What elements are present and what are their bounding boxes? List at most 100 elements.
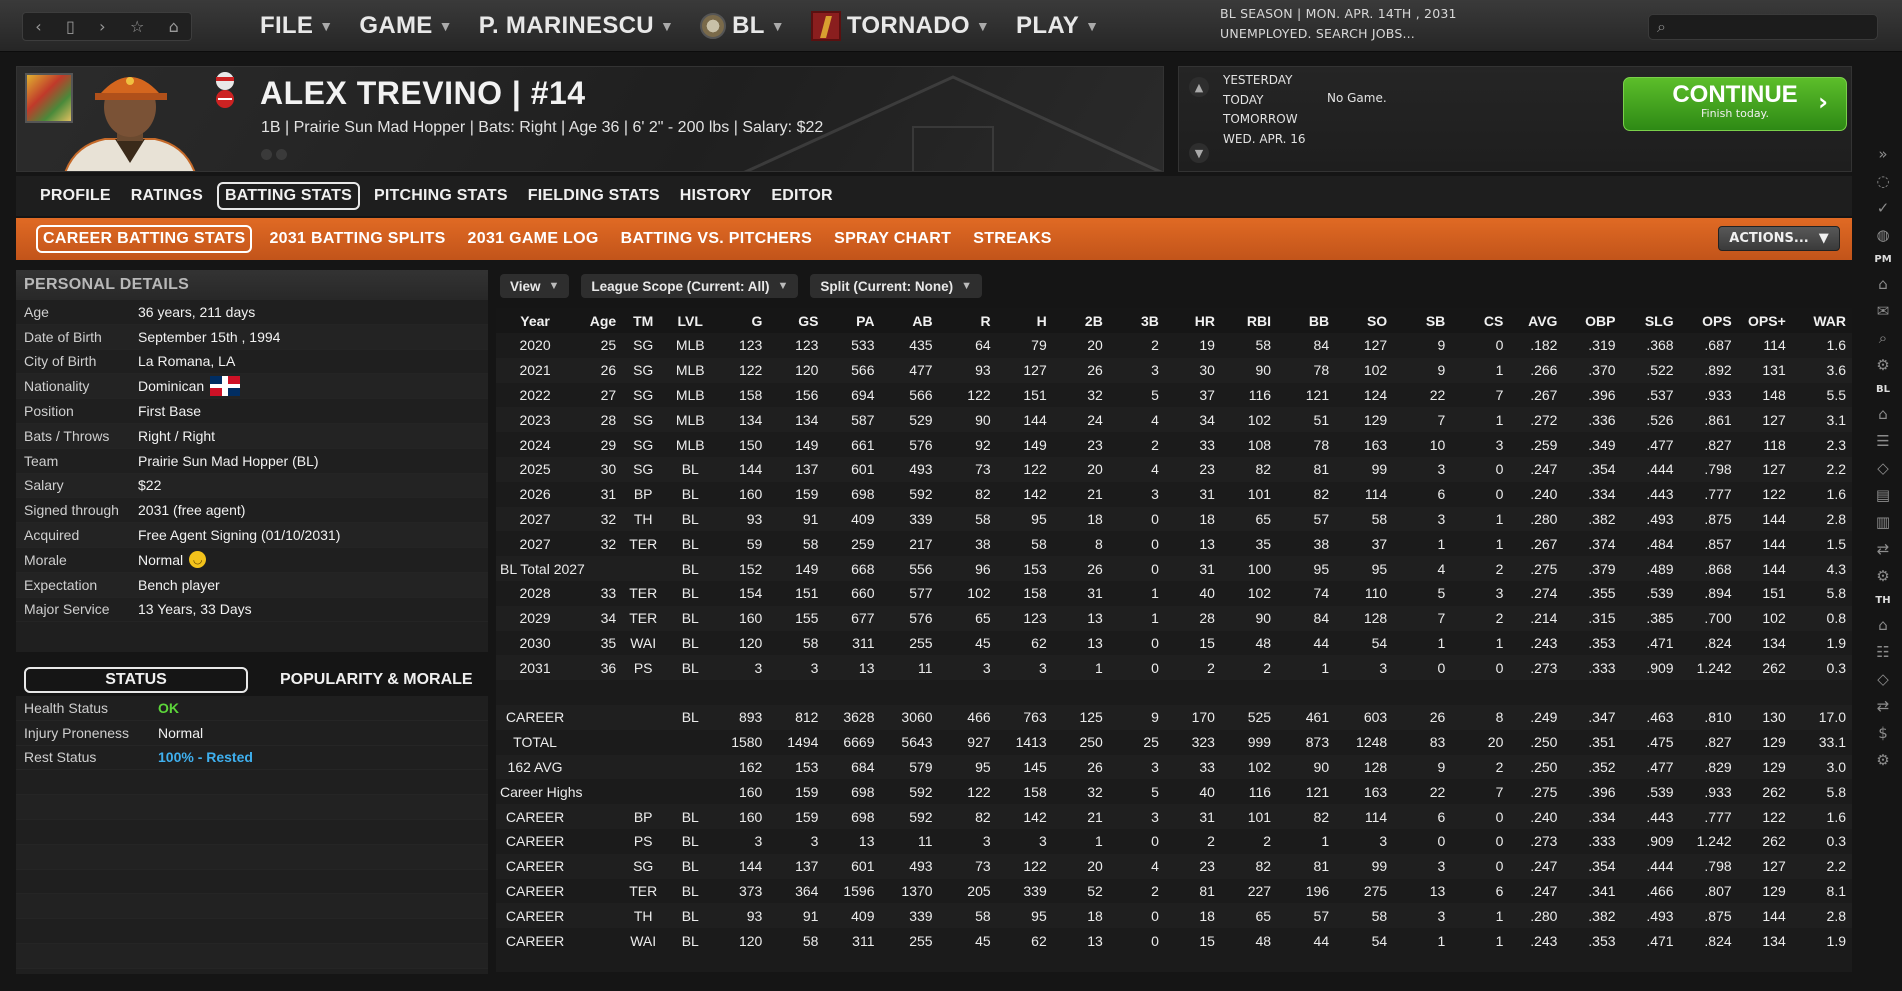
star-icon[interactable]: ☆ (130, 17, 144, 36)
tab-history[interactable]: HISTORY (674, 184, 758, 208)
table-row[interactable]: CAREER TH BL 93 91 409 339 58 95 18 0 18 65 57 58 3 1.28… (496, 903, 1852, 929)
column-header[interactable]: GS (768, 308, 825, 333)
table-row[interactable]: TOTAL 1580 1494 6669 5643 927 1413 250 25 323 999 8… (496, 730, 1852, 755)
tab-status[interactable]: STATUS (24, 667, 248, 693)
table-row[interactable]: 2023 28 SG MLB 134 134 587 529 90 144 24 4 34 102 51 12… (496, 407, 1852, 433)
column-header[interactable]: OBP (1563, 308, 1622, 333)
table-row[interactable]: 2026 31 BP BL 160 159 698 592 82 142 21 3 31 101 82 114… (496, 482, 1852, 507)
split-dropdown[interactable]: Split (Current: None) ▼ (810, 274, 982, 298)
table-row[interactable]: 2020 25 SG MLB 123 123 533 435 64 79 20 2 19 58 84 127 9… (496, 333, 1852, 358)
tab-ratings[interactable]: RATINGS (125, 184, 209, 208)
table-row[interactable] (496, 680, 1852, 705)
lightbulb-icon[interactable]: ◌ (1876, 167, 1889, 194)
table-row[interactable]: CAREER PS BL 3 3 13 11 3 3 1 0 2 2 1 3 0 0.273.333.909 1.… (496, 829, 1852, 854)
globe-icon[interactable]: ◍ (1876, 221, 1889, 248)
search-input[interactable] (1671, 19, 1862, 35)
dot[interactable] (261, 149, 272, 160)
table-row[interactable]: CAREER TER BL 373 364 1596 1370 205 339 52 2 81 227 1… (496, 879, 1852, 904)
table-row[interactable]: CAREER SG BL 144 137 601 493 73 122 20 4 23 82 81 99 3 0… (496, 853, 1852, 879)
column-header[interactable]: LVL (664, 308, 717, 333)
column-header[interactable]: BB (1277, 308, 1336, 333)
team-link[interactable]: Prairie Sun Mad Hopper (BL) (138, 453, 319, 469)
subtab-spray-chart[interactable]: SPRAY CHART (829, 227, 956, 251)
table-row[interactable]: CAREER BL 893 812 3628 3060 466 763 125 9 170 525 46… (496, 704, 1852, 730)
chevron-up-icon[interactable]: ▲ (1189, 77, 1209, 97)
day-yesterday[interactable]: YESTERDAY (1223, 71, 1306, 91)
subtab-streaks[interactable]: STREAKS (968, 227, 1057, 251)
table-row[interactable]: 2024 29 SG MLB 150 149 661 576 92 149 23 2 33 108 78 16… (496, 432, 1852, 457)
roster-icon[interactable]: ☷ (1876, 638, 1889, 665)
standings-icon[interactable]: ☰ (1876, 427, 1889, 454)
table-row[interactable]: 2027 32 TH BL 93 91 409 339 58 95 18 0 18 65 57 58 3 1.28… (496, 506, 1852, 532)
column-header[interactable]: SB (1393, 308, 1452, 333)
chevron-down-icon[interactable]: ▼ (1189, 143, 1209, 163)
home-icon[interactable]: ⌂ (1878, 270, 1888, 297)
subtab-vs-pitchers[interactable]: BATTING VS. PITCHERS (616, 227, 818, 251)
subtab-career-batting[interactable]: CAREER BATTING STATS (36, 225, 253, 253)
home-icon[interactable]: ⌂ (169, 17, 179, 36)
home-icon[interactable]: ⌂ (1878, 611, 1888, 638)
search-box[interactable]: ⌕ (1648, 14, 1878, 40)
menu-manager[interactable]: P. MARINESCU ▼ (479, 12, 674, 40)
menu-file[interactable]: FILE ▼ (260, 12, 333, 40)
table-row[interactable]: 2027 32 TER BL 59 58 259 217 38 58 8 0 13 35 38 37 1 1 .26… (496, 531, 1852, 556)
job-status-link[interactable]: UNEMPLOYED. SEARCH JOBS... (1220, 24, 1457, 44)
tab-popularity-morale[interactable]: POPULARITY & MORALE (280, 671, 473, 689)
gear-icon[interactable]: ⚙ (1876, 746, 1889, 773)
shield-icon[interactable]: ◇ (1877, 454, 1889, 481)
table-row[interactable]: Career Highs 160 159 698 592 122 158 32 5 40 116 12… (496, 779, 1852, 804)
table-row[interactable]: 2021 26 SG MLB 122 120 566 477 93 127 26 3 30 90 78 102… (496, 357, 1852, 383)
search-icon[interactable]: ⌕ (1879, 324, 1887, 351)
menu-game[interactable]: GAME ▼ (359, 12, 452, 40)
day-next[interactable]: WED. APR. 16 (1223, 130, 1306, 150)
column-header[interactable]: Year (496, 308, 575, 333)
menu-play[interactable]: PLAY ▼ (1016, 12, 1099, 40)
checkmark-icon[interactable]: ✓ (1877, 194, 1890, 221)
column-header[interactable]: R (938, 308, 997, 333)
tab-pitching-stats[interactable]: PITCHING STATS (368, 184, 514, 208)
table-row[interactable]: 2025 30 SG BL 144 137 601 493 73 122 20 4 23 82 81 99 3 0… (496, 456, 1852, 482)
chart-icon[interactable]: ▥ (1876, 508, 1890, 535)
actions-button[interactable]: ACTIONS... ▼ (1718, 226, 1840, 251)
gear-icon[interactable]: ⚙ (1876, 562, 1889, 589)
dot[interactable] (276, 149, 287, 160)
news-icon[interactable]: ▤ (1876, 481, 1890, 508)
column-header[interactable]: RBI (1220, 308, 1278, 333)
transactions-icon[interactable]: ⇄ (1877, 692, 1890, 719)
menu-league[interactable]: BL ▼ (700, 12, 785, 40)
table-row[interactable]: CAREER BP BL 160 159 698 592 82 142 21 3 31 101 82 114… (496, 804, 1852, 829)
subtab-game-log[interactable]: 2031 GAME LOG (463, 227, 604, 251)
home-icon[interactable]: ⌂ (1878, 400, 1888, 427)
column-header[interactable]: Age (574, 308, 623, 333)
tab-batting-stats[interactable]: BATTING STATS (216, 182, 360, 210)
menu-team[interactable]: TORNADO ▼ (810, 11, 990, 41)
column-header[interactable]: HR (1164, 308, 1221, 333)
table-row[interactable]: 2029 34 TER BL 160 155 677 576 65 123 13 1 28 90 84 128… (496, 605, 1852, 631)
table-row[interactable]: CAREER WAI BL 120 58 311 255 45 62 13 0 15 48 44 54 1 1.… (496, 928, 1852, 953)
column-header[interactable]: 3B (1108, 308, 1165, 333)
back-icon[interactable]: ‹ (35, 17, 41, 36)
column-header[interactable]: TM (622, 308, 665, 333)
gear-icon[interactable]: ⚙ (1876, 351, 1889, 378)
column-header[interactable]: CS (1451, 308, 1510, 333)
column-header[interactable]: AVG (1509, 308, 1564, 333)
tab-profile[interactable]: PROFILE (34, 184, 117, 208)
continue-button[interactable]: CONTINUE Finish today. › (1623, 77, 1847, 131)
mail-icon[interactable]: ✉ (1877, 297, 1890, 324)
table-row[interactable]: 2030 35 WAI BL 120 58 311 255 45 62 13 0 15 48 44 54 1 1.… (496, 631, 1852, 656)
column-header[interactable]: G (716, 308, 769, 333)
expand-icon[interactable]: » (1878, 140, 1887, 167)
shield-icon[interactable]: ◇ (1877, 665, 1889, 692)
column-header[interactable]: AB (880, 308, 939, 333)
table-row[interactable]: 2031 36 PS BL 3 3 13 11 3 3 1 0 2 2 1 3 0 0.273.333.909 1.… (496, 655, 1852, 681)
forward-icon[interactable]: › (99, 17, 105, 36)
table-row[interactable]: 2022 27 SG MLB 158 156 694 566 122 151 32 5 37 116 121… (496, 383, 1852, 408)
column-header[interactable]: WAR (1791, 308, 1852, 333)
table-row[interactable]: 2028 33 TER BL 154 151 660 577 102 158 31 1 40 102 74 1… (496, 581, 1852, 606)
column-header[interactable]: SO (1335, 308, 1394, 333)
column-header[interactable]: OPS (1679, 308, 1738, 333)
day-tomorrow[interactable]: TOMORROW (1223, 110, 1306, 130)
column-header[interactable]: 2B (1052, 308, 1109, 333)
view-dropdown[interactable]: View ▼ (500, 274, 570, 298)
dollar-icon[interactable]: $ (1878, 719, 1888, 746)
